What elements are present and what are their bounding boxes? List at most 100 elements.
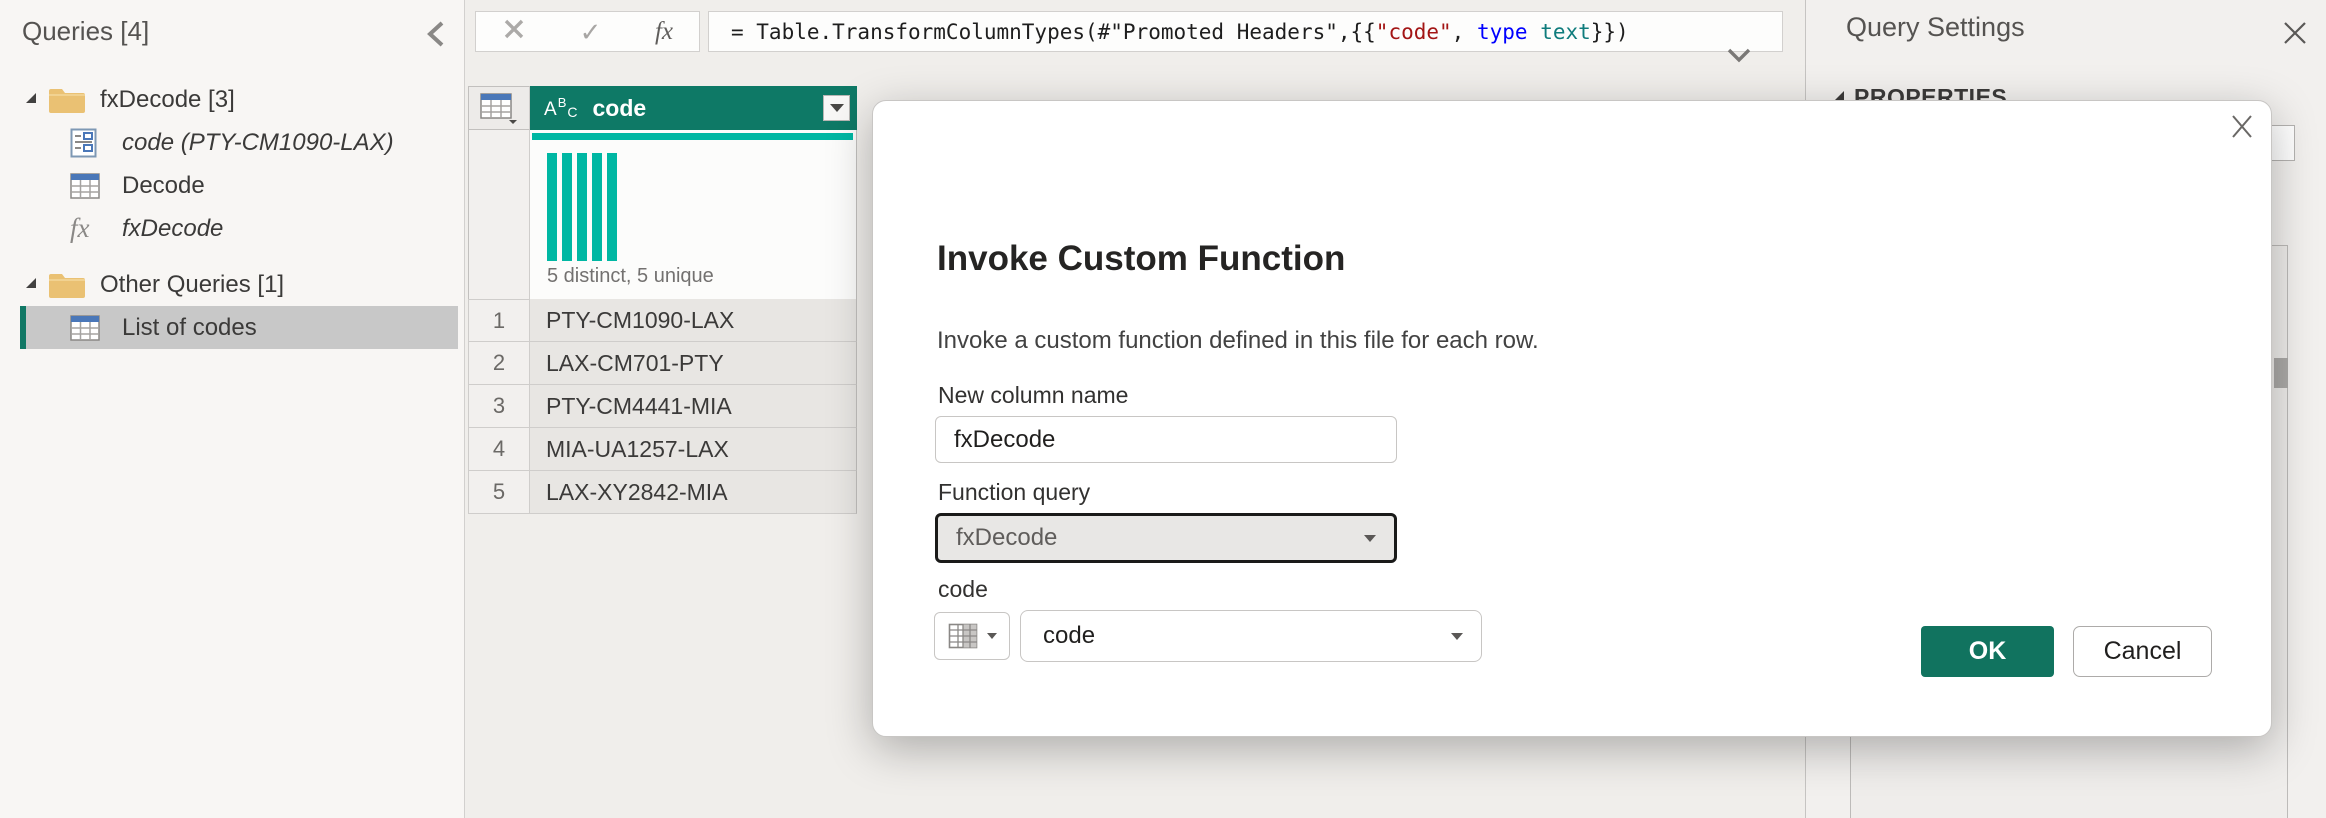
row-gutter-top [468, 130, 530, 299]
formula-segment-plain: }}) [1591, 20, 1629, 44]
queries-pane-header: Queries [4] [0, 0, 464, 62]
table-rows: 1 PTY-CM1090-LAX 2 LAX-CM701-PTY 3 PTY-C… [468, 299, 858, 514]
code-parameter-label: code [938, 576, 988, 603]
formula-cancel-icon[interactable] [502, 17, 526, 46]
query-item-fxdecode-function[interactable]: fx fxDecode [20, 207, 458, 250]
value-distribution-bars [547, 153, 617, 261]
table-icon-slot [70, 173, 110, 199]
queries-pane-title: Queries [4] [22, 16, 149, 47]
dialog-close-icon[interactable] [2225, 109, 2259, 143]
row-number[interactable]: 1 [468, 299, 530, 342]
parameter-icon [70, 128, 97, 158]
query-item-list-of-codes[interactable]: List of codes [20, 306, 458, 349]
table-icon [70, 173, 100, 199]
query-item-label: List of codes [122, 314, 257, 342]
select-all-button[interactable] [468, 86, 530, 130]
text-type-icon: ABC [544, 95, 578, 121]
table-icon-slot [70, 315, 110, 341]
column-quality-bar [532, 133, 853, 140]
cell-value[interactable]: PTY-CM4441-MIA [530, 385, 857, 428]
query-item-label: fxDecode [122, 215, 223, 243]
collapse-pane-icon[interactable] [420, 18, 454, 50]
cancel-button[interactable]: Cancel [2073, 626, 2212, 677]
function-icon: fx [70, 215, 90, 242]
formula-segment-plain [1528, 20, 1541, 44]
formula-segment-plain: , [1452, 20, 1477, 44]
distribution-bar [547, 153, 557, 261]
row-number[interactable]: 2 [468, 342, 530, 385]
distribution-bar [562, 153, 572, 261]
expand-twisty-icon[interactable] [26, 93, 36, 103]
profile-caption: 5 distinct, 5 unique [547, 265, 714, 288]
query-item-fxdecode-folder[interactable]: fxDecode [3] [20, 78, 458, 121]
folder-icon [48, 271, 86, 299]
formula-input[interactable]: = Table.TransformColumnTypes(#"Promoted … [708, 11, 1783, 52]
folder-icon [48, 86, 86, 114]
invoke-custom-function-dialog: Invoke Custom Function Invoke a custom f… [872, 100, 2272, 737]
applied-steps-scrollbar[interactable] [2274, 358, 2288, 388]
formula-segment-string: "code" [1376, 20, 1452, 44]
table-row: 3 PTY-CM4441-MIA [468, 385, 858, 428]
table-row: 1 PTY-CM1090-LAX [468, 299, 858, 342]
distribution-bar [592, 153, 602, 261]
table-row: 2 LAX-CM701-PTY [468, 342, 858, 385]
cell-value[interactable]: PTY-CM1090-LAX [530, 299, 857, 342]
folder-icon-slot [48, 271, 88, 299]
formula-confirm-icon[interactable]: ✓ [580, 19, 602, 45]
query-item-label: fxDecode [3] [100, 86, 235, 114]
parameter-icon-slot [70, 128, 110, 158]
table-icon [948, 623, 978, 649]
column-filter-button[interactable] [823, 95, 850, 121]
column-quality-row [530, 130, 857, 143]
filter-caret-icon [830, 104, 844, 112]
formula-segment-plain: = Table.TransformColumnTypes(#"Promoted … [731, 20, 1376, 44]
distribution-bar [577, 153, 587, 261]
new-column-name-label: New column name [938, 382, 1128, 409]
dialog-title: Invoke Custom Function [937, 239, 1345, 279]
query-item-code-parameter[interactable]: code (PTY-CM1090-LAX) [20, 121, 458, 164]
cell-value[interactable]: MIA-UA1257-LAX [530, 428, 857, 471]
formula-text: = Table.TransformColumnTypes(#"Promoted … [731, 20, 1629, 44]
distribution-bar [607, 153, 617, 261]
expand-twisty-icon[interactable] [26, 278, 36, 288]
column-name: code [592, 95, 646, 122]
dropdown-caret-icon [1451, 633, 1463, 640]
power-query-editor: Queries [4] fxDecode [3] code (PTY-CM109… [0, 0, 2326, 818]
ok-button[interactable]: OK [1921, 626, 2054, 677]
column-profile: 5 distinct, 5 unique [530, 143, 857, 299]
column-header-code[interactable]: ABC code [530, 86, 857, 130]
formula-segment-keyword: type [1477, 20, 1528, 44]
row-number[interactable]: 4 [468, 428, 530, 471]
code-column-value: code [1021, 622, 1095, 650]
function-query-select[interactable]: fxDecode [935, 513, 1397, 563]
query-settings-title: Query Settings [1846, 12, 2025, 43]
function-query-value: fxDecode [938, 524, 1057, 552]
query-item-other-queries-folder[interactable]: Other Queries [1] [20, 263, 458, 306]
query-item-decode[interactable]: Decode [20, 164, 458, 207]
query-item-label: Other Queries [1] [100, 271, 284, 299]
formula-expand-icon[interactable] [1648, 21, 1754, 96]
dialog-description: Invoke a custom function defined in this… [937, 327, 1539, 355]
folder-icon-slot [48, 86, 88, 114]
table-icon [70, 315, 100, 341]
table-row: 4 MIA-UA1257-LAX [468, 428, 858, 471]
column-picker-button[interactable] [934, 612, 1010, 660]
cell-value[interactable]: LAX-XY2842-MIA [530, 471, 857, 514]
table-icon [479, 92, 519, 124]
dropdown-caret-icon [1364, 535, 1376, 542]
formula-fx-icon[interactable]: fx [655, 19, 673, 44]
row-number[interactable]: 3 [468, 385, 530, 428]
code-column-select[interactable]: code [1020, 610, 1482, 662]
query-item-label: Decode [122, 172, 205, 200]
query-settings-close-icon[interactable] [2280, 18, 2310, 48]
function-icon-slot: fx [70, 215, 110, 242]
table-row: 5 LAX-XY2842-MIA [468, 471, 858, 514]
row-number[interactable]: 5 [468, 471, 530, 514]
query-item-label: code (PTY-CM1090-LAX) [122, 129, 394, 157]
queries-pane: Queries [4] fxDecode [3] code (PTY-CM109… [0, 0, 465, 818]
query-tree: fxDecode [3] code (PTY-CM1090-LAX) Decod… [0, 78, 465, 349]
picker-caret-icon [987, 633, 997, 639]
new-column-name-input[interactable] [935, 416, 1397, 463]
cell-value[interactable]: LAX-CM701-PTY [530, 342, 857, 385]
formula-segment-type: text [1540, 20, 1591, 44]
